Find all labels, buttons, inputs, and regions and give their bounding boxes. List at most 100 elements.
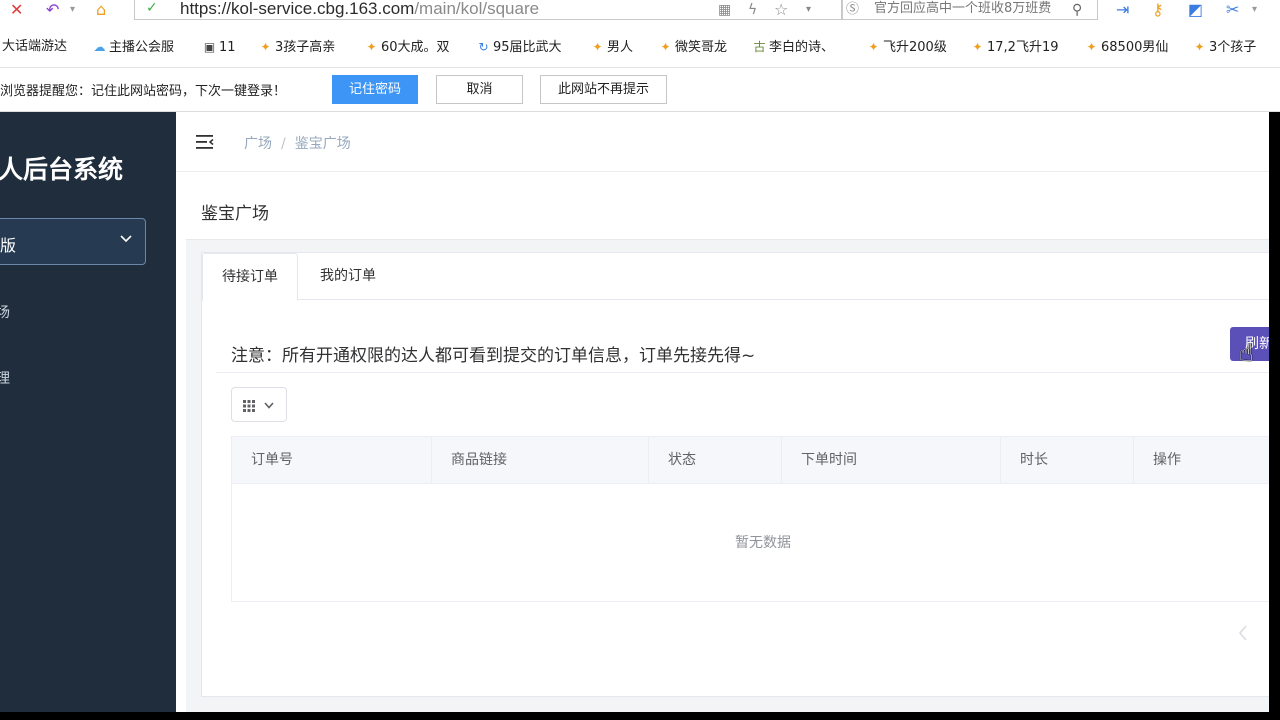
- bookmark-item[interactable]: ✦ 微笑哥龙: [658, 38, 727, 57]
- column-header-actions: 操作: [1153, 452, 1181, 468]
- sidebar-toggle-icon[interactable]: ⇥: [1116, 1, 1129, 19]
- password-prompt-bar: 浏览器提醒您：记住此网站密码，下次一键登录！ 记住密码 取消 此网站不再提示: [0, 68, 1280, 112]
- star-bookmark-icon[interactable]: ☆: [774, 1, 788, 19]
- navbar: 广场 / 鉴宝广场: [176, 112, 1269, 172]
- star-icon: ✦: [660, 40, 671, 54]
- divider: [216, 372, 1269, 373]
- star-icon: ✦: [592, 40, 603, 54]
- ancient-icon: 古: [753, 40, 766, 54]
- password-prompt-message: 浏览器提醒您：记住此网站密码，下次一键登录！: [0, 84, 287, 99]
- star-icon: ✦: [1194, 40, 1205, 54]
- search-suggestion[interactable]: 官方回应高中一个班收8万班费: [874, 0, 1051, 18]
- bookmark-item[interactable]: ▣ 11: [202, 38, 236, 57]
- browser-toolbar: ✕ ↶ ▾ ⌂ ✓ https://kol-service.cbg.163.co…: [0, 0, 1280, 22]
- bookmark-label: 3个孩子: [1209, 40, 1257, 55]
- bookmark-item[interactable]: ✦ 3孩子高亲: [258, 38, 335, 57]
- bookmark-label: 60大成。双: [381, 40, 450, 55]
- breadcrumb-current: 鉴宝广场: [294, 136, 351, 152]
- url-text[interactable]: https://kol-service.cbg.163.com/main/kol…: [180, 0, 539, 20]
- bookmark-label: 95届比武大: [493, 40, 562, 55]
- main-content: 广场 / 鉴宝广场 鉴宝广场 待接订单 我的订单 注意：所有开通权限的达人都可看到提…: [176, 112, 1269, 712]
- bookmark-item[interactable]: 大话端游达: [2, 38, 67, 56]
- game-icon: ▣: [203, 40, 216, 54]
- key-icon[interactable]: ⚷: [1152, 1, 1164, 19]
- bookmark-label: 男人: [607, 40, 634, 55]
- qr-code-icon[interactable]: ▦: [718, 1, 731, 19]
- menu-fold-icon[interactable]: [195, 132, 215, 152]
- bookmark-item[interactable]: ↻ 95届比武大: [476, 38, 562, 57]
- orders-table: 订单号 商品链接 状态 下单时间 时长 操作 暂无数据: [231, 436, 1269, 602]
- breadcrumb: 广场 / 鉴宝广场: [244, 133, 351, 153]
- column-settings-button[interactable]: [231, 387, 287, 422]
- column-header-duration: 时长: [1001, 437, 1134, 484]
- bookmark-label: 17,2飞升19: [987, 40, 1059, 55]
- bookmark-item[interactable]: ✦ 飞升200级: [866, 38, 947, 57]
- pagination-prev-icon[interactable]: [1236, 623, 1250, 643]
- bookmark-label: 3孩子高亲: [275, 40, 336, 55]
- dropdown-chevron-icon[interactable]: ▾: [806, 1, 811, 19]
- page-heading-box: 鉴宝广场: [186, 176, 1269, 240]
- sidebar-item-square[interactable]: 场: [0, 302, 10, 322]
- sidebar-item-manage[interactable]: 理: [0, 368, 10, 388]
- notice-text: 注意：所有开通权限的达人都可看到提交的订单信息，订单先接先得~: [231, 346, 756, 366]
- undo-icon[interactable]: ↶: [46, 1, 59, 19]
- bookmarks-bar: 大话端游达 ☁ 主播公会服 ▣ 11 ✦ 3孩子高亲 ✦ 60大成。双 ↻ 95届比武大 …: [0, 22, 1280, 68]
- scissors-icon[interactable]: ✂: [1226, 1, 1239, 19]
- bookmark-item[interactable]: 古李白的诗、: [752, 38, 834, 57]
- app-title: 人后台系统: [0, 155, 124, 184]
- star-icon: ✦: [260, 40, 271, 54]
- screen-border-bottom: [0, 712, 1280, 720]
- bookmark-label: 飞升200级: [883, 40, 947, 55]
- column-header-product-link: 商品链接: [432, 437, 649, 484]
- chevron-down-icon: [264, 402, 274, 409]
- sidebar-select-label: 版: [0, 236, 17, 255]
- search-engine-icon: Ⓢ: [846, 2, 860, 17]
- stop-icon[interactable]: ✕: [10, 1, 23, 19]
- breadcrumb-root[interactable]: 广场: [244, 136, 272, 152]
- column-header-order-time: 下单时间: [782, 437, 1001, 484]
- bookmark-label: 微笑哥龙: [675, 40, 728, 55]
- order-card: 待接订单 我的订单 注意：所有开通权限的达人都可看到提交的订单信息，订单先接先得…: [201, 252, 1269, 697]
- lightning-icon[interactable]: ϟ: [748, 1, 757, 19]
- extension-icon[interactable]: ◩: [1188, 1, 1203, 19]
- hand-cursor-icon: ☝: [1239, 339, 1254, 367]
- bookmark-item[interactable]: ✦ 男人: [590, 38, 633, 57]
- tabs: 待接订单 我的订单: [202, 253, 1269, 301]
- screen-border-right: [1269, 112, 1280, 720]
- bookmark-item[interactable]: ✦ 68500男仙: [1084, 38, 1168, 57]
- bookmark-item[interactable]: ✦ 60大成。双: [364, 38, 450, 57]
- column-header-status: 状态: [649, 437, 782, 484]
- bookmark-item[interactable]: ✦ 17,2飞升19: [970, 38, 1059, 57]
- bookmark-label: 11: [219, 40, 236, 55]
- save-password-button[interactable]: 记住密码: [332, 75, 418, 104]
- content-area: 鉴宝广场 待接订单 我的订单 注意：所有开通权限的达人都可看到提交的订单信息，订…: [186, 176, 1269, 712]
- bookmark-item[interactable]: ☁ 主播公会服: [92, 38, 175, 57]
- sidebar: 人后台系统 版 场 理: [0, 112, 176, 712]
- grid-icon: [243, 400, 274, 412]
- column-header-order-id: 订单号: [232, 437, 432, 484]
- breadcrumb-separator: /: [281, 136, 286, 152]
- table-header: 订单号 商品链接 状态 下单时间 时长 操作: [232, 437, 1269, 484]
- tab-my-orders[interactable]: 我的订单: [298, 253, 398, 301]
- chevron-down-icon: [120, 235, 132, 243]
- bookmark-label: 李白的诗、: [769, 40, 835, 55]
- bookmark-label: 大话端游达: [2, 39, 68, 54]
- cancel-button[interactable]: 取消: [436, 75, 523, 104]
- home-icon[interactable]: ⌂: [96, 1, 106, 19]
- secure-shield-icon: ✓: [146, 0, 158, 16]
- empty-state-text: 暂无数据: [735, 535, 791, 551]
- star-icon: ✦: [366, 40, 377, 54]
- tab-pending-orders[interactable]: 待接订单: [202, 253, 298, 301]
- never-remind-button[interactable]: 此网站不再提示: [540, 75, 667, 104]
- more-chevron-icon[interactable]: ▾: [1252, 1, 1257, 19]
- chevron-down-icon[interactable]: ▾: [70, 1, 75, 19]
- star-icon: ✦: [1086, 40, 1097, 54]
- star-icon: ✦: [868, 40, 879, 54]
- bookmark-label: 主播公会服: [109, 40, 175, 55]
- bookmark-item[interactable]: ✦ 3个孩子: [1192, 38, 1256, 57]
- star-icon: ✦: [972, 40, 983, 54]
- bookmark-label: 68500男仙: [1101, 40, 1169, 55]
- search-icon[interactable]: ⚲: [1072, 1, 1082, 19]
- refresh-icon: ↻: [478, 40, 489, 54]
- page-title: 鉴宝广场: [201, 204, 269, 224]
